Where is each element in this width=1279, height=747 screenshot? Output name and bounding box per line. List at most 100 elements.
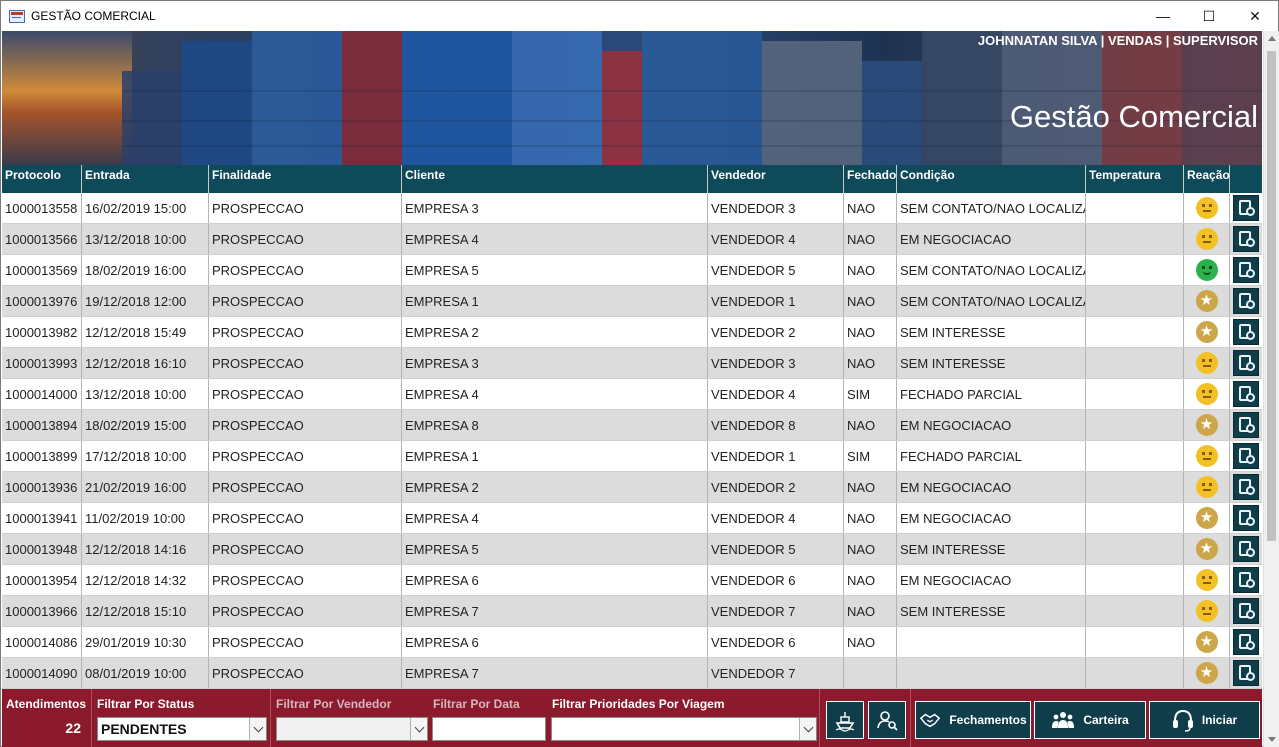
- entrada-cell[interactable]: 13/12/2018 10:00: [82, 224, 209, 254]
- condicao-cell[interactable]: EM NEGOCIACAO: [897, 224, 1086, 254]
- entrada-cell[interactable]: 12/12/2018 14:32: [82, 565, 209, 595]
- minimize-button[interactable]: —: [1140, 1, 1186, 31]
- fechado-cell[interactable]: [844, 658, 897, 688]
- document-search-icon[interactable]: [1233, 350, 1259, 376]
- cliente-cell[interactable]: EMPRESA 2: [402, 317, 708, 347]
- condicao-cell[interactable]: SEM CONTATO/NAO LOCALIZADO: [897, 255, 1086, 285]
- finalidade-cell[interactable]: PROSPECCAO: [209, 565, 402, 595]
- protocolo-cell[interactable]: 1000014086: [2, 627, 82, 657]
- scroll-thumb[interactable]: [1267, 51, 1276, 541]
- finalidade-cell[interactable]: PROSPECCAO: [209, 224, 402, 254]
- entrada-cell[interactable]: 12/12/2018 15:49: [82, 317, 209, 347]
- cliente-cell[interactable]: EMPRESA 4: [402, 379, 708, 409]
- protocolo-cell[interactable]: 1000013954: [2, 565, 82, 595]
- protocolo-cell[interactable]: 1000013966: [2, 596, 82, 626]
- entrada-cell[interactable]: 13/12/2018 10:00: [82, 379, 209, 409]
- vendedor-cell[interactable]: VENDEDOR 4: [708, 503, 844, 533]
- cliente-cell[interactable]: EMPRESA 7: [402, 658, 708, 688]
- col-cliente[interactable]: Cliente: [402, 165, 708, 193]
- finalidade-cell[interactable]: PROSPECCAO: [209, 534, 402, 564]
- finalidade-cell[interactable]: PROSPECCAO: [209, 596, 402, 626]
- protocolo-cell[interactable]: 1000014000: [2, 379, 82, 409]
- fechado-cell[interactable]: NAO: [844, 224, 897, 254]
- document-search-icon[interactable]: [1233, 412, 1259, 438]
- vendedor-cell[interactable]: VENDEDOR 5: [708, 255, 844, 285]
- vendedor-cell[interactable]: VENDEDOR 4: [708, 224, 844, 254]
- cliente-cell[interactable]: EMPRESA 2: [402, 472, 708, 502]
- table-row[interactable]: 1000014086 29/01/2019 10:30 PROSPECCAO EMPR…: [2, 627, 1262, 658]
- finalidade-cell[interactable]: PROSPECCAO: [209, 286, 402, 316]
- col-reacao[interactable]: Reação: [1184, 165, 1230, 193]
- vendedor-cell[interactable]: VENDEDOR 2: [708, 472, 844, 502]
- condicao-cell[interactable]: SEM CONTATO/NAO LOCALIZADO: [897, 286, 1086, 316]
- iniciar-button[interactable]: Iniciar: [1149, 701, 1260, 739]
- entrada-cell[interactable]: 12/12/2018 16:10: [82, 348, 209, 378]
- table-row[interactable]: 1000013936 21/02/2019 16:00 PROSPECCAO EMPR…: [2, 472, 1262, 503]
- table-row[interactable]: 1000013948 12/12/2018 14:16 PROSPECCAO EMPR…: [2, 534, 1262, 565]
- col-entrada[interactable]: Entrada: [82, 165, 209, 193]
- vertical-scrollbar[interactable]: [1263, 31, 1279, 747]
- cliente-cell[interactable]: EMPRESA 3: [402, 348, 708, 378]
- condicao-cell[interactable]: SEM INTERESSE: [897, 317, 1086, 347]
- entrada-cell[interactable]: 08/01/2019 10:00: [82, 658, 209, 688]
- table-row[interactable]: 1000013566 13/12/2018 10:00 PROSPECCAO EMPR…: [2, 224, 1262, 255]
- document-search-icon[interactable]: [1233, 567, 1259, 593]
- fechado-cell[interactable]: NAO: [844, 472, 897, 502]
- temperatura-cell[interactable]: [1086, 255, 1184, 285]
- document-search-icon[interactable]: [1233, 629, 1259, 655]
- cliente-cell[interactable]: EMPRESA 6: [402, 565, 708, 595]
- cliente-cell[interactable]: EMPRESA 4: [402, 224, 708, 254]
- protocolo-cell[interactable]: 1000013899: [2, 441, 82, 471]
- table-row[interactable]: 1000013569 18/02/2019 16:00 PROSPECCAO EMPR…: [2, 255, 1262, 286]
- viagem-filter-select[interactable]: [551, 717, 817, 741]
- condicao-cell[interactable]: [897, 658, 1086, 688]
- entrada-cell[interactable]: 17/12/2018 10:00: [82, 441, 209, 471]
- maximize-button[interactable]: ☐: [1186, 1, 1232, 31]
- temperatura-cell[interactable]: [1086, 286, 1184, 316]
- condicao-cell[interactable]: EM NEGOCIACAO: [897, 565, 1086, 595]
- col-fechado[interactable]: Fechado: [844, 165, 897, 193]
- vendedor-cell[interactable]: VENDEDOR 8: [708, 410, 844, 440]
- condicao-cell[interactable]: EM NEGOCIACAO: [897, 503, 1086, 533]
- vendedor-cell[interactable]: VENDEDOR 6: [708, 627, 844, 657]
- vendedor-cell[interactable]: VENDEDOR 5: [708, 534, 844, 564]
- vendedor-cell[interactable]: VENDEDOR 1: [708, 286, 844, 316]
- vendedor-cell[interactable]: VENDEDOR 7: [708, 658, 844, 688]
- fechado-cell[interactable]: NAO: [844, 596, 897, 626]
- fechado-cell[interactable]: NAO: [844, 503, 897, 533]
- chevron-down-icon[interactable]: [249, 718, 266, 740]
- fechado-cell[interactable]: NAO: [844, 193, 897, 223]
- condicao-cell[interactable]: SEM CONTATO/NAO LOCALIZADO: [897, 193, 1086, 223]
- table-row[interactable]: 1000013976 19/12/2018 12:00 PROSPECCAO EMPR…: [2, 286, 1262, 317]
- finalidade-cell[interactable]: PROSPECCAO: [209, 503, 402, 533]
- document-search-icon[interactable]: [1233, 288, 1259, 314]
- vendedor-cell[interactable]: VENDEDOR 3: [708, 348, 844, 378]
- document-search-icon[interactable]: [1233, 257, 1259, 283]
- finalidade-cell[interactable]: PROSPECCAO: [209, 441, 402, 471]
- data-filter-input[interactable]: [432, 717, 546, 741]
- fechado-cell[interactable]: NAO: [844, 317, 897, 347]
- temperatura-cell[interactable]: [1086, 503, 1184, 533]
- cliente-cell[interactable]: EMPRESA 6: [402, 627, 708, 657]
- table-row[interactable]: 1000013954 12/12/2018 14:32 PROSPECCAO EMPR…: [2, 565, 1262, 596]
- cliente-cell[interactable]: EMPRESA 4: [402, 503, 708, 533]
- cliente-cell[interactable]: EMPRESA 8: [402, 410, 708, 440]
- entrada-cell[interactable]: 21/02/2019 16:00: [82, 472, 209, 502]
- vendedor-cell[interactable]: VENDEDOR 7: [708, 596, 844, 626]
- entrada-cell[interactable]: 12/12/2018 14:16: [82, 534, 209, 564]
- vendedor-cell[interactable]: VENDEDOR 4: [708, 379, 844, 409]
- condicao-cell[interactable]: FECHADO PARCIAL: [897, 441, 1086, 471]
- protocolo-cell[interactable]: 1000013941: [2, 503, 82, 533]
- col-condicao[interactable]: Condição: [897, 165, 1086, 193]
- vendedor-filter-select[interactable]: [276, 717, 428, 741]
- temperatura-cell[interactable]: [1086, 627, 1184, 657]
- status-filter-select[interactable]: PENDENTES: [97, 717, 267, 741]
- table-row[interactable]: 1000013941 11/02/2019 10:00 PROSPECCAO EMPR…: [2, 503, 1262, 534]
- temperatura-cell[interactable]: [1086, 596, 1184, 626]
- temperatura-cell[interactable]: [1086, 224, 1184, 254]
- fechado-cell[interactable]: NAO: [844, 255, 897, 285]
- table-row[interactable]: 1000013894 18/02/2019 15:00 PROSPECCAO EMPR…: [2, 410, 1262, 441]
- temperatura-cell[interactable]: [1086, 193, 1184, 223]
- finalidade-cell[interactable]: PROSPECCAO: [209, 410, 402, 440]
- fechado-cell[interactable]: NAO: [844, 627, 897, 657]
